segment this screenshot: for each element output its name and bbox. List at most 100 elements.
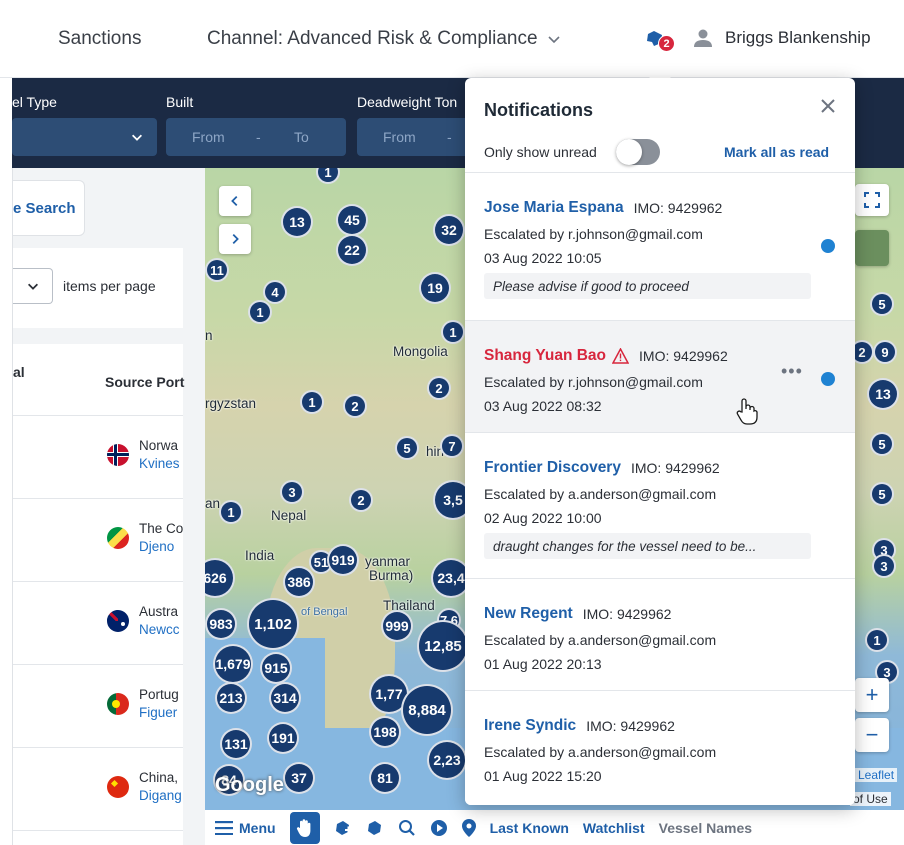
only-unread-toggle[interactable]	[616, 139, 660, 165]
notification-vessel-name[interactable]: New Regent IMO: 9429962	[484, 605, 671, 623]
notification-item[interactable]: Jose Maria Espana IMO: 9429962 Escalated…	[465, 173, 855, 321]
vessel-cluster[interactable]: 7	[440, 434, 464, 458]
row-port-link[interactable]: Newcc	[139, 622, 180, 637]
last-known-button[interactable]: Last Known	[490, 820, 569, 836]
notification-item[interactable]: Frontier Discovery IMO: 9429962 Escalate…	[465, 433, 855, 579]
vessel-cluster[interactable]: 5	[870, 482, 894, 506]
vessel-cluster[interactable]: 8,884	[401, 684, 453, 736]
vessel-names-button[interactable]: Vessel Names	[659, 820, 752, 836]
vessel-cluster[interactable]: 1	[300, 390, 324, 414]
vessel-cluster[interactable]: 1	[316, 168, 340, 184]
deadweight-range[interactable]: From -	[357, 118, 477, 156]
vessel-cluster[interactable]: 13	[867, 378, 899, 410]
notification-vessel-name[interactable]: Irene Syndic IMO: 9429962	[484, 717, 675, 735]
zoom-in-button[interactable]: +	[855, 678, 889, 712]
vessel-cluster[interactable]: 2	[349, 488, 373, 512]
fullscreen-button[interactable]	[855, 184, 889, 216]
tab-sanctions[interactable]: Sanctions	[58, 28, 141, 50]
notification-count-badge: 2	[658, 35, 675, 52]
notification-vessel-name[interactable]: Shang Yuan Bao IMO: 9429962	[484, 347, 728, 365]
vessel-cluster[interactable]: 919	[327, 544, 359, 576]
table-row[interactable]: Austra Newcc	[13, 582, 183, 665]
vessel-cluster[interactable]: 12,85	[417, 620, 469, 672]
terms-of-use-link[interactable]: of Use	[850, 792, 891, 806]
vessel-cluster[interactable]: 1,679	[213, 644, 253, 684]
vessel-cluster[interactable]: 5	[870, 292, 894, 316]
notification-item[interactable]: Shang Yuan Bao IMO: 9429962 Escalated by…	[465, 321, 855, 433]
menu-button[interactable]: Menu	[215, 820, 276, 836]
vessel-cluster[interactable]: 5	[870, 432, 894, 456]
close-button[interactable]	[818, 96, 838, 116]
search-tool-button[interactable]	[398, 819, 416, 837]
vessel-cluster[interactable]: 4	[263, 280, 287, 304]
vessel-cluster[interactable]: 191	[267, 722, 299, 754]
row-port-link[interactable]: Digang	[139, 788, 182, 803]
watchlist-button[interactable]: Watchlist	[583, 820, 645, 836]
layer-thumbnail-button[interactable]	[855, 230, 889, 266]
vessel-imo: IMO: 9429962	[633, 200, 723, 216]
vessel-cluster[interactable]: 45	[336, 204, 368, 236]
vessel-cluster[interactable]: 1	[219, 500, 243, 524]
user-menu[interactable]: Briggs Blankenship	[693, 28, 871, 48]
notifications-button[interactable]: 2	[644, 27, 675, 53]
notification-item[interactable]: New Regent IMO: 9429962 Escalated by a.a…	[465, 579, 855, 691]
vessel-cluster[interactable]: 131	[220, 728, 252, 760]
vessel-cluster[interactable]: 198	[369, 716, 401, 748]
vessel-cluster[interactable]: 999	[381, 610, 413, 642]
table-row[interactable]: Portug Figuer	[13, 665, 183, 748]
panel-expand-button[interactable]	[219, 224, 251, 254]
column-header[interactable]: al	[13, 364, 25, 380]
play-button[interactable]	[430, 819, 448, 837]
area-tool-button[interactable]	[366, 819, 384, 837]
panel-collapse-button[interactable]	[219, 186, 251, 216]
vessel-cluster[interactable]: 32	[433, 214, 465, 246]
mark-all-read-link[interactable]: Mark all as read	[724, 144, 829, 160]
vessel-cluster[interactable]: 13	[281, 206, 313, 238]
vessel-cluster[interactable]: 314	[269, 682, 301, 714]
vessel-cluster[interactable]: 213	[215, 682, 247, 714]
vessel-cluster[interactable]: 37	[283, 762, 315, 794]
table-row[interactable]: The Co Djeno	[13, 499, 183, 582]
vessel-cluster[interactable]: 2,23	[427, 740, 467, 780]
vessel-cluster[interactable]: 5	[395, 436, 419, 460]
vessel-cluster[interactable]: 983	[205, 608, 237, 640]
vessel-type-select[interactable]	[12, 118, 157, 156]
row-port-link[interactable]: Figuer	[139, 705, 177, 720]
vessel-cluster[interactable]: 19	[419, 272, 451, 304]
more-options-button[interactable]: •••	[781, 361, 803, 382]
pan-tool-button[interactable]	[289, 811, 320, 844]
save-search-button[interactable]: e Search	[13, 180, 85, 236]
channel-selector[interactable]: Channel: Advanced Risk & Compliance	[207, 28, 562, 50]
vessel-cluster[interactable]: 22	[336, 234, 368, 266]
vessel-cluster[interactable]: 1	[248, 300, 272, 324]
column-header-source-port[interactable]: Source Port	[105, 374, 184, 390]
vessel-cluster[interactable]: 3	[872, 554, 896, 578]
row-port-link[interactable]: Kvines	[139, 456, 180, 471]
vessel-cluster[interactable]: 3	[280, 480, 304, 504]
add-area-tool-button[interactable]	[334, 819, 352, 837]
row-port-link[interactable]: Djeno	[139, 539, 174, 554]
vessel-cluster[interactable]: 1	[865, 628, 889, 652]
vessel-cluster[interactable]: 1,102	[247, 598, 299, 650]
vessel-cluster[interactable]: 81	[369, 762, 401, 794]
notification-vessel-name[interactable]: Jose Maria Espana IMO: 9429962	[484, 199, 722, 217]
vessel-cluster[interactable]: 11	[205, 258, 229, 282]
leaflet-attribution-link[interactable]: Leaflet	[855, 768, 898, 782]
unread-dot[interactable]	[821, 372, 835, 386]
notification-item[interactable]: Irene Syndic IMO: 9429962 Escalated by a…	[465, 691, 855, 805]
vessel-cluster[interactable]: 2	[427, 376, 451, 400]
table-row[interactable]: Norwa Kvines	[13, 416, 183, 499]
vessel-cluster[interactable]: 915	[260, 652, 292, 684]
items-per-page-select[interactable]	[13, 268, 53, 304]
location-pin-button[interactable]	[461, 818, 476, 837]
zoom-out-button[interactable]: −	[855, 718, 889, 752]
unread-dot[interactable]	[821, 239, 835, 253]
vessel-cluster[interactable]: 9	[873, 340, 897, 364]
vessel-cluster[interactable]: 1	[441, 320, 465, 344]
vessel-cluster[interactable]: 626	[205, 558, 235, 598]
vessel-cluster[interactable]: 386	[283, 566, 315, 598]
built-range[interactable]: From - To	[166, 118, 346, 156]
vessel-cluster[interactable]: 2	[343, 394, 367, 418]
notification-vessel-name[interactable]: Frontier Discovery IMO: 9429962	[484, 459, 720, 477]
table-row[interactable]: China, Digang	[13, 748, 183, 831]
